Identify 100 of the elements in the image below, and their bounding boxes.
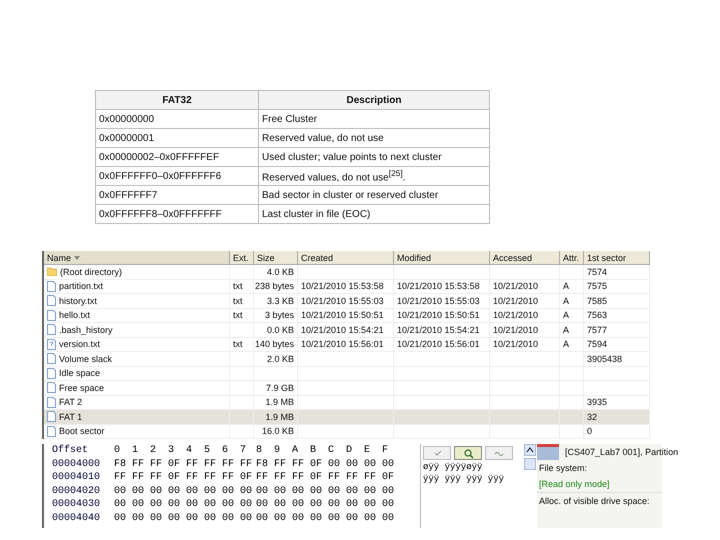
document-icon xyxy=(47,310,56,321)
offset-cell-text: 00004040 xyxy=(52,512,102,524)
table-cell: 3905438 xyxy=(587,354,622,364)
file-name: FAT 1 xyxy=(59,412,82,422)
hex-bytes: 00 00 00 00 00 00 00 00 xyxy=(256,486,396,497)
offset-header: Offset xyxy=(52,445,90,456)
hex-bytes: 00 00 00 00 00 00 00 00 xyxy=(256,512,396,524)
table-cell: A xyxy=(563,339,570,350)
scroll-up-icon[interactable] xyxy=(524,444,536,456)
column-header[interactable]: Created xyxy=(298,251,394,264)
search-icon xyxy=(462,448,474,458)
table-cell: 10/21/2010 xyxy=(493,281,538,292)
column-header[interactable]: Name xyxy=(44,251,230,264)
partition-title: [CS407_Lab7 001], Partition xyxy=(564,446,680,459)
document-icon xyxy=(47,368,56,379)
file-row[interactable]: partition.txt txt 238 bytes 10/21/2010 15:53:58 10/21/2010 15:53:58 10/21/2010 A 7575 xyxy=(44,280,650,294)
table-cell: 4.0 KB xyxy=(266,266,294,277)
text-bytes: øÿÿ ÿÿÿÿøÿÿ xyxy=(423,462,482,472)
offset-cell-text: 00004010 xyxy=(52,472,102,484)
table-cell: 0x00000001 xyxy=(96,128,258,148)
offset-cell-text: 00004030 xyxy=(52,499,102,510)
offset-cell-text: 00004000 xyxy=(52,458,102,470)
allocation-label: Alloc. of visible drive space: xyxy=(538,495,651,508)
check-icon xyxy=(432,448,442,458)
hex-bytes: 00 00 00 00 00 00 00 00 xyxy=(256,499,396,510)
scroll-thumb[interactable] xyxy=(524,458,536,470)
document-icon xyxy=(47,426,56,437)
table-cell: 7.9 GB xyxy=(266,382,294,393)
table-cell: txt xyxy=(233,339,243,350)
table-cell: 7563 xyxy=(587,310,608,320)
document-icon xyxy=(47,353,56,364)
table-cell: 10/21/2010 15:53:58 xyxy=(397,281,480,292)
table-cell: 0 xyxy=(587,426,592,436)
file-name: Idle space xyxy=(59,368,100,378)
document-icon xyxy=(47,411,56,422)
hex-bytes: FF FF FF 0F FF FF FF 0F xyxy=(114,472,254,484)
table-cell: 7585 xyxy=(587,296,608,306)
table-cell: 10/21/2010 xyxy=(493,310,538,320)
file-row[interactable]: hello.txt txt 3 bytes 10/21/2010 15:50:51 10/21/2010 15:50:51 10/21/2010 A 7563 xyxy=(44,308,650,323)
folder-icon xyxy=(47,267,57,276)
hex-bytes: F8 FF FF 0F FF FF FF FF xyxy=(114,458,254,470)
file-name: Volume slack xyxy=(59,354,112,364)
hex-bytes: 00 00 00 00 00 00 00 00 xyxy=(114,499,254,510)
sort-arrow-icon xyxy=(74,256,80,260)
document-icon xyxy=(47,280,56,292)
file-row[interactable]: history.txt txt 3.3 KB 10/21/2010 15:55:03 10/21/2010 15:55:03 10/21/2010 A 7585 xyxy=(44,294,650,308)
table-cell: 10/21/2010 xyxy=(493,296,538,306)
table-cell: 238 bytes xyxy=(254,281,294,292)
table-cell: 10/21/2010 15:56:01 xyxy=(397,339,480,350)
table-cell: 7574 xyxy=(587,266,608,277)
document-icon xyxy=(47,295,56,306)
table-cell: 3935 xyxy=(587,397,608,408)
file-row[interactable]: FAT 1 1.9 MB 32 xyxy=(44,410,650,424)
file-system-label: File system: xyxy=(538,462,588,475)
file-name: history.txt xyxy=(59,296,97,306)
file-name: FAT 2 xyxy=(59,397,82,408)
table-cell: Used cluster; value points to next cluster xyxy=(258,148,490,166)
hex-bytes: 00 00 00 00 00 00 00 00 xyxy=(114,486,254,497)
column-header[interactable]: Attr. xyxy=(560,251,584,264)
table-cell: 10/21/2010 15:50:51 xyxy=(397,310,480,320)
text-bytes: ÿÿÿ ÿÿÿ ÿÿÿ ÿÿÿ xyxy=(423,474,504,484)
table-cell: 10/21/2010 15:55:03 xyxy=(397,296,480,306)
table-cell: Reserved values, do not use$^{[25]}$. xyxy=(258,166,490,186)
drive-icon xyxy=(537,444,559,460)
read-only-mode: [Read only mode] xyxy=(538,478,611,491)
table-cell: 2.0 KB xyxy=(266,354,294,364)
file-row[interactable]: Idle space xyxy=(44,366,650,381)
file-name: partition.txt xyxy=(59,281,104,292)
table-cell: 10/21/2010 xyxy=(493,339,538,350)
table-cell: 10/21/2010 15:56:01 xyxy=(301,339,384,350)
column-header[interactable]: Ext. xyxy=(230,251,254,264)
table-cell: 10/21/2010 15:53:58 xyxy=(301,281,384,292)
file-row[interactable]: Volume slack 2.0 KB 3905438 xyxy=(44,352,650,366)
file-row[interactable]: Boot sector 16.0 KB 0 xyxy=(44,424,650,439)
column-header[interactable]: 1st sector xyxy=(584,251,650,264)
column-header[interactable]: Accessed xyxy=(490,251,560,264)
document-icon xyxy=(47,396,56,408)
file-row[interactable]: Free space 7.9 GB xyxy=(44,381,650,396)
check-button[interactable] xyxy=(423,446,451,460)
file-row[interactable]: (Root directory) 4.0 KB 7574 xyxy=(44,265,650,280)
document-icon xyxy=(47,324,56,336)
column-header[interactable]: Size xyxy=(254,251,298,264)
table-cell: 7577 xyxy=(587,324,608,335)
column-header: FAT32 xyxy=(96,90,258,110)
table-cell: 32 xyxy=(587,412,598,422)
table-cell: txt xyxy=(233,310,243,320)
search-button[interactable] xyxy=(454,446,482,460)
table-cell: 10/21/2010 15:55:03 xyxy=(301,296,384,306)
table-cell: 0x00000002–0x0FFFFFEF xyxy=(96,148,258,166)
file-name: .bash_history xyxy=(59,324,113,335)
table-cell: Reserved value, do not use xyxy=(258,128,490,148)
file-row[interactable]: version.txt txt 140 bytes 10/21/2010 15:56:01 10/21/2010 15:56:01 10/21/2010 A 7594 xyxy=(44,338,650,352)
column-header[interactable]: Modified xyxy=(394,251,490,264)
table-cell: 3.3 KB xyxy=(266,296,294,306)
hex-bytes: 00 00 00 00 00 00 00 00 xyxy=(114,512,254,524)
file-row[interactable]: .bash_history 0.0 KB 10/21/2010 15:54:21 10/21/2010 15:54:21 10/21/2010 A 7577 xyxy=(44,323,650,338)
column-header: Description xyxy=(258,90,490,110)
table-cell: 10/21/2010 15:54:21 xyxy=(301,324,384,335)
table-cell: Bad sector in cluster or reserved cluster xyxy=(258,186,490,204)
column-header: 8 9 A B C D E F xyxy=(256,445,390,456)
